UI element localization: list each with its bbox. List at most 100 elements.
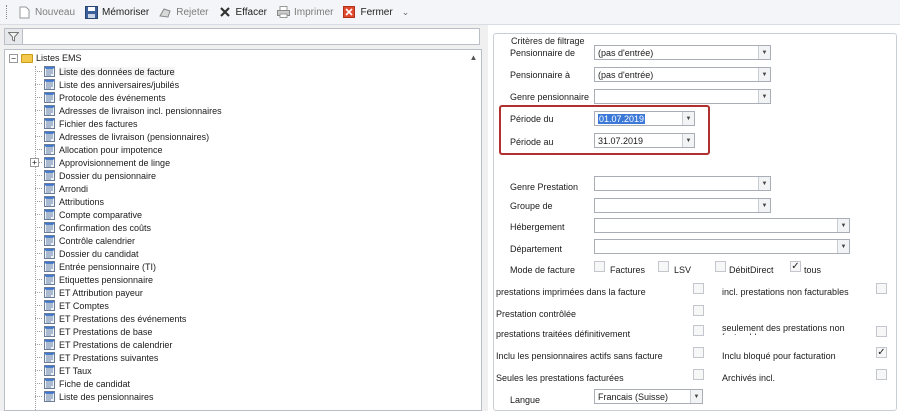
tree-root-node[interactable]: − Listes EMS [9, 52, 82, 64]
tree-item[interactable]: Entrée pensionnaire (TI) [35, 260, 465, 273]
tree-item-label: Dossier du pensionnaire [59, 170, 157, 181]
tree-item[interactable]: Protocole des événements [35, 91, 465, 104]
chevron-down-icon[interactable]: ▼ [837, 219, 849, 232]
check-incl-non-facturables[interactable] [876, 283, 887, 294]
mode-factures-label: Factures [610, 265, 646, 275]
collapse-icon[interactable]: − [9, 53, 18, 63]
pensionnaire-a-select[interactable]: (pas d'entrée) ▼ [594, 67, 771, 82]
save-button[interactable]: Mémoriser [84, 2, 149, 22]
tree-item[interactable]: Confirmation des coûts [35, 221, 465, 234]
chevron-down-icon[interactable]: ▼ [758, 46, 770, 59]
tree-item-label: Protocole des événements [59, 92, 166, 103]
chevron-down-icon[interactable]: ▼ [758, 90, 770, 103]
check-prestations-imprimees[interactable] [693, 283, 704, 294]
tree-item[interactable]: ET Prestations suivantes [35, 351, 465, 364]
mode-factures-checkbox[interactable] [594, 261, 605, 272]
tree-item-label: Adresses de livraison incl. pensionnaire… [59, 105, 222, 116]
print-button[interactable]: Imprimer [276, 2, 333, 22]
genre-pensionnaire-select[interactable]: ▼ [594, 89, 771, 104]
tree-item-label: Approvisionnement de linge [59, 157, 171, 168]
delete-button[interactable]: Effacer [218, 2, 267, 22]
mode-tous-checkbox[interactable]: ✓ [790, 261, 801, 272]
tree-scrollbar[interactable]: ▲ [467, 51, 480, 410]
expand-icon[interactable]: + [30, 158, 39, 167]
check-seules-facturees-label: Seules les prestations facturées [496, 373, 624, 383]
check-traitees-definitivement[interactable] [693, 325, 704, 336]
tree-connector [35, 344, 42, 345]
tree-item[interactable]: ET Prestations de base [35, 325, 465, 338]
toolbar-grip[interactable] [6, 5, 9, 19]
check-actifs-sans-facture[interactable] [693, 347, 704, 358]
tree-item[interactable]: ET Comptes [35, 299, 465, 312]
report-icon [44, 144, 55, 155]
toolbar-overflow-icon[interactable]: ⌄ [402, 7, 410, 18]
tree-item[interactable]: Arrondi [35, 182, 465, 195]
tree-item[interactable]: Attributions [35, 195, 465, 208]
report-icon [44, 235, 55, 246]
tree-item[interactable]: Compte comparative [35, 208, 465, 221]
tree-connector [35, 305, 42, 306]
report-icon [44, 352, 55, 363]
langue-value: Francais (Suisse) [598, 391, 669, 402]
new-button[interactable]: Nouveau [17, 2, 75, 22]
tree-item[interactable]: Dossier du pensionnaire [35, 169, 465, 182]
tree-item[interactable]: Dossier du candidat [35, 247, 465, 260]
departement-select[interactable]: ▼ [594, 239, 850, 254]
pensionnaire-a-label: Pensionnaire à [510, 70, 571, 80]
tree-item[interactable]: Allocation pour impotence [35, 143, 465, 156]
tree-item[interactable]: Liste des données de facture [35, 65, 465, 78]
chevron-down-icon[interactable]: ▼ [758, 177, 770, 190]
reject-button[interactable]: Rejeter [158, 2, 209, 22]
tree-item[interactable]: Fiche de candidat [35, 377, 465, 390]
printer-icon [276, 5, 290, 19]
tree-item-label: ET Prestations de calendrier [59, 339, 173, 350]
tree-item[interactable]: Etiquettes pensionnaire [35, 273, 465, 286]
genre-pensionnaire-label: Genre pensionnaire [510, 92, 590, 102]
tree-item[interactable]: Contrôle calendrier [35, 234, 465, 247]
groupe-de-label: Groupe de [510, 201, 553, 211]
groupe-de-select[interactable]: ▼ [594, 198, 771, 213]
tree-item[interactable]: Fichier des factures [35, 117, 465, 130]
tree-filter-bar [4, 28, 480, 45]
report-icon [44, 391, 55, 402]
report-icon [44, 92, 55, 103]
mode-lsv-checkbox[interactable] [658, 261, 669, 272]
tree-item[interactable]: ET Taux [35, 364, 465, 377]
check-seulement-non-facturables[interactable] [876, 326, 887, 337]
tree-item-label: Confirmation des coûts [59, 222, 152, 233]
tree-filter-input[interactable] [23, 28, 480, 45]
tree-item[interactable]: + Approvisionnement de linge [30, 156, 465, 169]
tree-item-label: Attributions [59, 196, 105, 207]
pensionnaire-de-select[interactable]: (pas d'entrée) ▼ [594, 45, 771, 60]
check-prestation-controlee[interactable] [693, 305, 704, 316]
filter-icon[interactable] [4, 28, 23, 45]
save-label: Mémoriser [102, 6, 150, 18]
chevron-down-icon[interactable]: ▼ [837, 240, 849, 253]
chevron-down-icon[interactable]: ▼ [758, 68, 770, 81]
pensionnaire-a-value: (pas d'entrée) [598, 69, 654, 80]
tree-item[interactable]: ET Prestations des événements [35, 312, 465, 325]
check-bloque-facturation[interactable]: ✓ [876, 347, 887, 358]
langue-select[interactable]: Francais (Suisse) ▼ [594, 389, 703, 404]
genre-prestation-select[interactable]: ▼ [594, 176, 771, 191]
tree-item[interactable]: ET Attribution payeur [35, 286, 465, 299]
reject-label: Rejeter [176, 6, 209, 18]
genre-prestation-label: Genre Prestation [510, 182, 579, 192]
tree-item[interactable]: Liste des anniversaires/jubilés [35, 78, 465, 91]
check-seules-facturees[interactable] [693, 369, 704, 380]
chevron-down-icon[interactable]: ▼ [690, 390, 702, 403]
close-label: Fermer [360, 6, 393, 18]
scroll-up-icon[interactable]: ▲ [467, 51, 480, 64]
mode-debitdirect-checkbox[interactable] [715, 261, 726, 272]
print-label: Imprimer [294, 6, 334, 18]
close-button[interactable]: Fermer [342, 2, 393, 22]
tree-item[interactable]: ET Prestations de calendrier [35, 338, 465, 351]
tree-item[interactable]: Liste des pensionnaires [35, 390, 465, 403]
tree-item[interactable]: Adresses de livraison incl. pensionnaire… [35, 104, 465, 117]
check-bloque-facturation-label: Inclu bloqué pour facturation [722, 351, 836, 361]
tree-item[interactable]: Adresses de livraison (pensionnaires) [35, 130, 465, 143]
tree-item-label: Adresses de livraison (pensionnaires) [59, 131, 210, 142]
chevron-down-icon[interactable]: ▼ [758, 199, 770, 212]
hebergement-select[interactable]: ▼ [594, 218, 850, 233]
check-archives[interactable] [876, 369, 887, 380]
